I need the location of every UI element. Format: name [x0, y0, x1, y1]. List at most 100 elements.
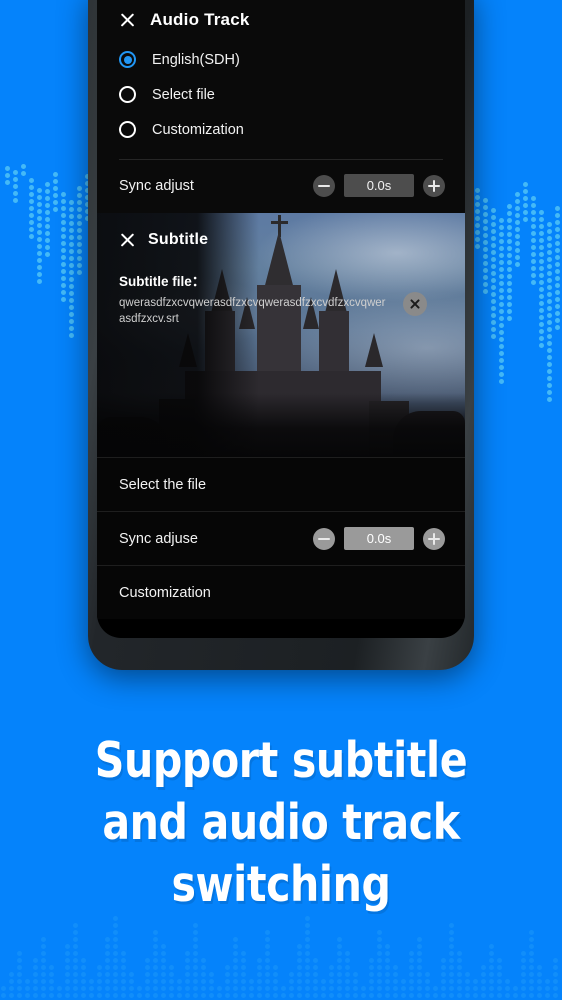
waveform-column	[152, 928, 159, 1000]
audio-sync-adjust-row: Sync adjust 0.0s	[97, 160, 465, 213]
waveform-column	[546, 220, 553, 404]
subtitle-file-label: Subtitle file：	[119, 274, 206, 289]
waveform-column	[296, 942, 303, 1000]
subtitle-file-name: qwerasdfzxcvqwerasdfzxcvqwerasdfzxcvdfzx…	[119, 297, 386, 325]
minus-icon[interactable]	[313, 174, 335, 197]
waveform-column	[528, 928, 535, 1000]
waveform-column	[498, 216, 505, 386]
subtitle-file-block: Subtitle file： qwerasdfzxcvqwerasdfzxcvq…	[119, 270, 445, 327]
radio-icon[interactable]	[119, 86, 136, 103]
waveform-column	[488, 942, 495, 1000]
subtitle-row-select-file[interactable]: Select the file	[97, 457, 465, 511]
waveform-column	[216, 984, 223, 1000]
radio-icon-selected[interactable]	[119, 51, 136, 68]
waveform-column	[280, 984, 287, 1000]
waveform-column	[176, 977, 183, 1000]
audio-option-label: Customization	[152, 121, 244, 138]
waveform-column	[76, 184, 83, 277]
waveform-column	[16, 949, 23, 1000]
waveform-column	[144, 956, 151, 1000]
waveform-column	[336, 935, 343, 1000]
subtitle-row-customization[interactable]: Customization	[97, 565, 465, 619]
subtitle-header: Subtitle	[119, 231, 208, 249]
waveform-column	[184, 949, 191, 1000]
waveform-column	[248, 977, 255, 1000]
waveform-column	[514, 190, 521, 269]
waveform-column	[68, 198, 75, 340]
headline-line-2: and audio track	[102, 794, 460, 852]
waveform-column	[400, 977, 407, 1000]
waveform-column	[52, 170, 59, 214]
waveform-column	[192, 921, 199, 1000]
waveform-column	[80, 956, 87, 1000]
waveform-column	[474, 186, 481, 251]
waveform-column	[72, 921, 79, 1000]
waveform-column	[522, 180, 529, 224]
waveform-column	[384, 942, 391, 1000]
waveform-column	[408, 949, 415, 1000]
cathedral-cross	[271, 221, 288, 224]
audio-track-header: Audio Track	[97, 0, 465, 42]
waveform-column	[520, 949, 527, 1000]
headline: Support subtitle and audio track switchi…	[45, 730, 517, 917]
minus-icon[interactable]	[313, 527, 335, 550]
waveform-column	[554, 204, 561, 332]
audio-option-english[interactable]: English(SDH)	[97, 42, 465, 77]
waveform-column	[232, 935, 239, 1000]
close-icon[interactable]	[119, 232, 136, 249]
subtitle-row-label: Customization	[119, 584, 211, 601]
waveform-column	[56, 984, 63, 1000]
waveform-column	[60, 190, 67, 304]
waveform-column	[538, 208, 545, 350]
waveform-column	[0, 984, 7, 1000]
waveform-column	[440, 956, 447, 1000]
waveform-column	[490, 206, 497, 341]
audio-option-label: English(SDH)	[152, 51, 240, 68]
audio-option-customization[interactable]: Customization	[97, 112, 465, 147]
waveform-column	[360, 984, 367, 1000]
waveform-column	[424, 970, 431, 1000]
waveform-column	[160, 942, 167, 1000]
waveform-column	[20, 162, 27, 178]
waveform-column	[530, 194, 537, 287]
waveform-column	[128, 970, 135, 1000]
waveform-column	[344, 949, 351, 1000]
waveform-column	[512, 984, 519, 1000]
audio-sync-label: Sync adjust	[119, 177, 194, 194]
waveform-column	[32, 956, 39, 1000]
video-preview[interactable]: Subtitle Subtitle file： qwerasdfzxcvqwer…	[97, 213, 465, 457]
waveform-column	[288, 970, 295, 1000]
subtitle-row-sync-adjuse: Sync adjuse 0.0s	[97, 511, 465, 565]
close-icon[interactable]	[119, 12, 136, 29]
waveform-column	[240, 949, 247, 1000]
audio-track-title: Audio Track	[150, 10, 250, 29]
audio-option-select-file[interactable]: Select file	[97, 77, 465, 112]
plus-icon[interactable]	[423, 527, 445, 550]
waveform-column	[472, 977, 479, 1000]
waveform-column	[416, 935, 423, 1000]
plus-icon[interactable]	[423, 174, 445, 197]
subtitle-sync-stepper: 0.0s	[313, 527, 445, 550]
waveform-column	[496, 956, 503, 1000]
waveform-column	[208, 970, 215, 1000]
waveform-column	[482, 196, 489, 296]
waveform-column	[352, 970, 359, 1000]
waveform-column	[504, 977, 511, 1000]
subtitle-sync-value[interactable]: 0.0s	[344, 527, 414, 550]
waveform-column	[256, 956, 263, 1000]
waveform-column	[506, 202, 513, 323]
subtitle-row-label: Sync adjuse	[119, 530, 198, 547]
audio-track-panel: Audio Track English(SDH) Select file Cus…	[97, 0, 465, 213]
waveform-column	[64, 942, 71, 1000]
clear-circle-icon[interactable]	[403, 292, 427, 316]
waveform-column	[44, 180, 51, 259]
audio-sync-value[interactable]: 0.0s	[344, 174, 414, 197]
phone-screen: Audio Track English(SDH) Select file Cus…	[97, 0, 465, 638]
radio-icon[interactable]	[119, 121, 136, 138]
waveform-column	[464, 970, 471, 1000]
waveform-column	[368, 956, 375, 1000]
waveform-column	[104, 935, 111, 1000]
waveform-column	[456, 949, 463, 1000]
subtitle-title: Subtitle	[148, 231, 209, 248]
waveform-column	[272, 963, 279, 1000]
